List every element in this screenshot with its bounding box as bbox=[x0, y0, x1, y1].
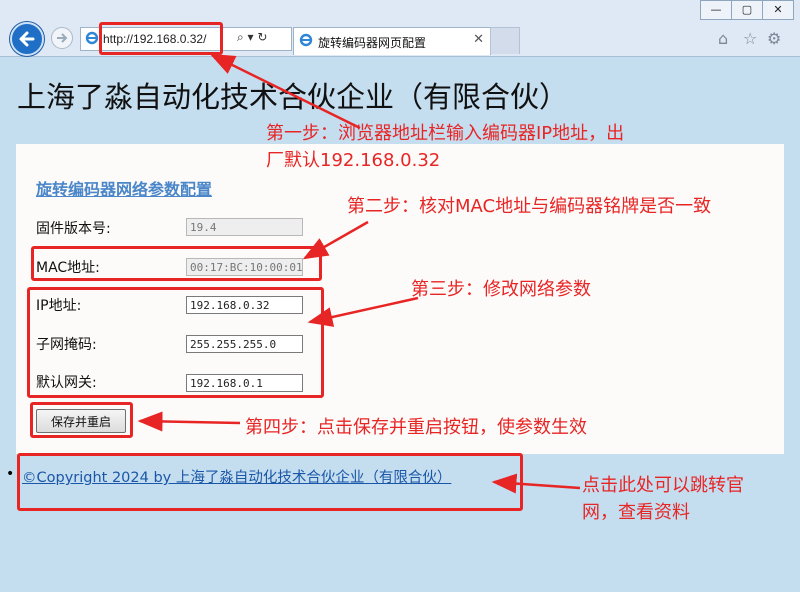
annotation-step5: 点击此处可以跳转官 网，查看资料 bbox=[582, 472, 744, 526]
annotation-step4: 第四步：点击保存并重启按钮，使参数生效 bbox=[245, 417, 587, 438]
annotation-step5-line2: 网，查看资料 bbox=[582, 502, 690, 523]
annotation-step3: 第三步：修改网络参数 bbox=[411, 279, 591, 300]
annotation-step5-line1: 点击此处可以跳转官 bbox=[582, 475, 744, 496]
annotation-step1-line2: 厂默认192.168.0.32 bbox=[266, 150, 441, 171]
annotation-step2: 第二步：核对MAC地址与编码器铭牌是否一致 bbox=[347, 196, 712, 217]
annotation-step1: 第一步：浏览器地址栏输入编码器IP地址，出 厂默认192.168.0.32 bbox=[266, 120, 624, 174]
annotation-step1-line1: 第一步：浏览器地址栏输入编码器IP地址，出 bbox=[266, 123, 625, 144]
